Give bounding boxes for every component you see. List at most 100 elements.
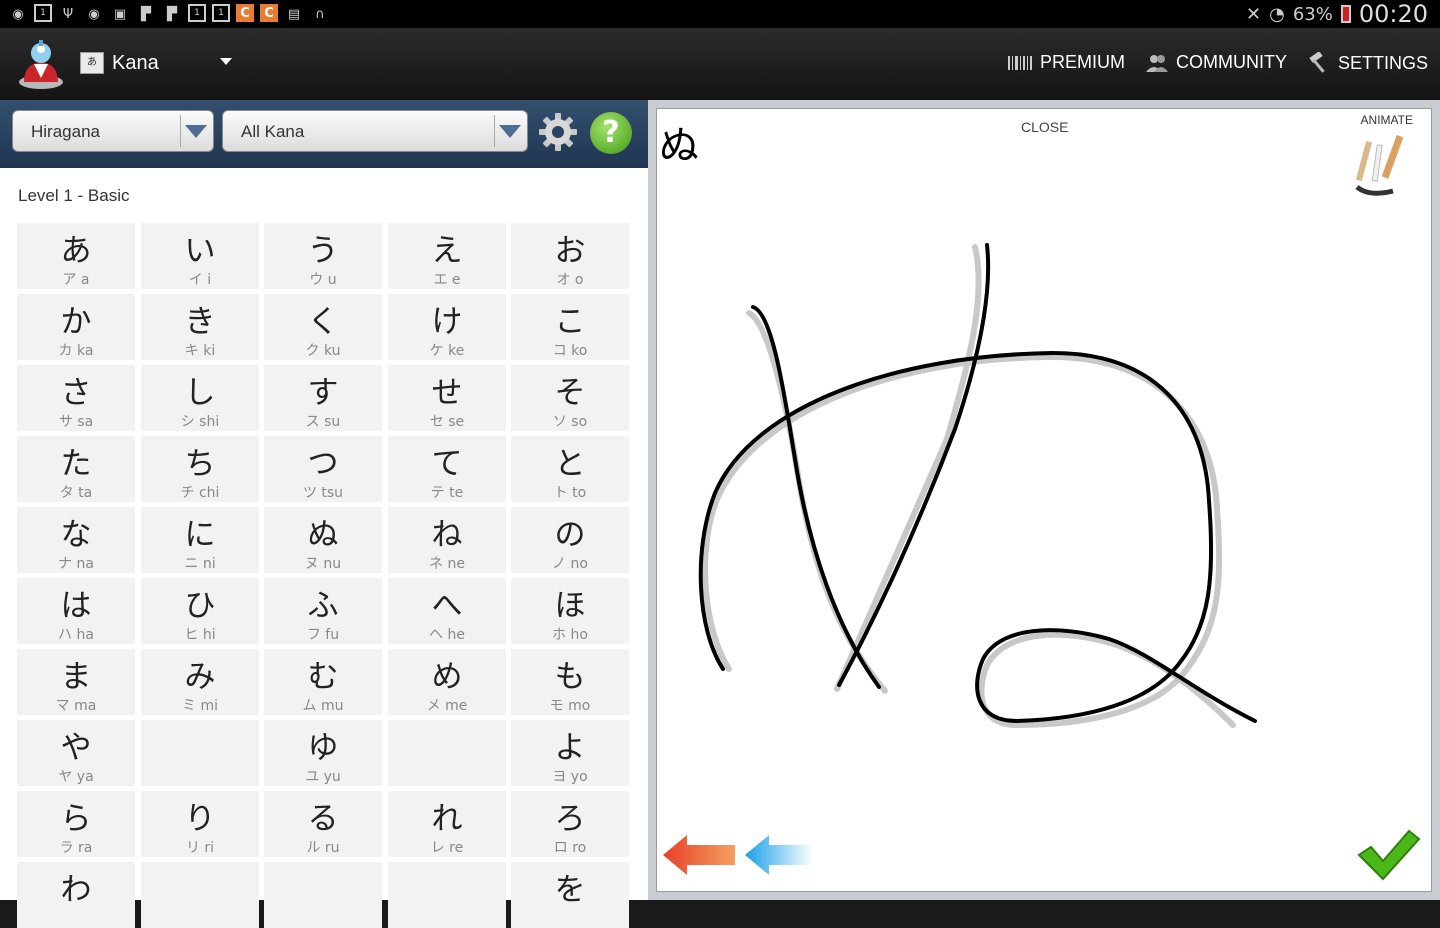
checkmark-icon[interactable] [1357,829,1421,881]
kana-cell[interactable]: つツ tsu [264,436,382,502]
kana-reading: ミ mi [182,698,218,714]
kana-cell[interactable]: れレ re [388,791,506,857]
kana-reading: レ re [430,840,464,856]
kana-cell[interactable]: せセ se [388,365,506,431]
back-arrow-icon[interactable] [745,833,815,877]
app-logo-icon[interactable] [18,38,64,90]
kana-cell[interactable]: ろロ ro [511,791,629,857]
kana-cell[interactable]: さサ sa [17,365,135,431]
community-label: COMMUNITY [1176,52,1287,72]
kana-cell[interactable]: ちチ chi [141,436,259,502]
kana-character: ぬ [307,517,339,553]
drawing-canvas[interactable]: ぬ CLOSE ANIMATE [656,108,1432,892]
kana-cell[interactable]: みミ mi [141,649,259,715]
kana-cell[interactable]: けケ ke [388,294,506,360]
kana-cell[interactable]: のノ no [511,507,629,573]
kana-cell[interactable]: やヤ ya [17,720,135,786]
kana-cell[interactable]: を [511,862,629,928]
chevron-down-icon [499,125,521,138]
kana-character: た [60,446,92,482]
script-dropdown-value: Hiragana [31,122,100,141]
premium-button[interactable]: PREMIUM [1008,52,1125,73]
kana-character: ち [184,446,216,482]
one-icon: 1 [34,4,52,22]
kana-cell[interactable]: もモ mo [511,649,629,715]
kana-cell[interactable]: めメ me [388,649,506,715]
kana-cell[interactable]: うウ u [264,223,382,289]
kana-cell[interactable]: ひヒ hi [141,578,259,644]
one-icon: 1 [212,4,230,22]
practice-panel: ぬ CLOSE ANIMATE [648,100,1440,900]
kana-cell[interactable]: ゆユ yu [264,720,382,786]
kana-reading: ヘ he [429,627,465,643]
kana-cell[interactable]: りリ ri [141,791,259,857]
kana-cell[interactable]: てテ te [388,436,506,502]
kana-cell[interactable]: ねネ ne [388,507,506,573]
hammer-icon [1309,52,1325,73]
kana-character: を [554,872,586,908]
kana-character: あ [60,233,92,269]
kana-cell[interactable]: きキ ki [141,294,259,360]
gear-icon[interactable] [538,112,578,152]
set-dropdown[interactable]: All Kana [222,110,528,152]
kana-list-panel: Hiragana All Kana ? Level 1 - Basic あ ア … [0,100,648,928]
status-bar: ◉ 1 Ψ ◉ ▣ ▛ ▛ 1 1 C C ▤ ∩ ✕ ◔ 63% 00:20 [0,0,1440,28]
kana-character: ろ [554,801,586,837]
notification-icons: ◉ 1 Ψ ◉ ▣ ▛ ▛ 1 1 C C ▤ ∩ [8,4,330,24]
kana-reading: タ ta [59,485,93,501]
kana-cell[interactable]: にニ ni [141,507,259,573]
kana-document-icon: あ [80,52,104,74]
kana-cell[interactable]: こコ ko [511,294,629,360]
gallery-icon: ▣ [113,6,127,22]
kana-cell[interactable]: えエ e [388,223,506,289]
handwriting-strokes [698,243,1257,729]
kana-character: ね [431,517,463,553]
kana-reading: カ ka [58,343,94,359]
kana-cell[interactable]: くク ku [264,294,382,360]
kana-cell[interactable]: ぬヌ nu [264,507,382,573]
kana-cell[interactable]: はハ ha [17,578,135,644]
kana-cell[interactable]: かカ ka [17,294,135,360]
kana-cell[interactable]: らラ ra [17,791,135,857]
kana-cell[interactable]: そソ so [511,365,629,431]
kana-cell[interactable]: すス su [264,365,382,431]
kana-cell[interactable]: よヨ yo [511,720,629,786]
script-dropdown[interactable]: Hiragana [12,110,214,152]
community-icon [1146,54,1168,72]
kana-cell[interactable]: ふフ fu [264,578,382,644]
kana-reading: モ mo [549,698,591,714]
kana-cell[interactable]: おオ o [511,223,629,289]
kana-cell[interactable]: いイ i [141,223,259,289]
kana-cell[interactable]: とト to [511,436,629,502]
kana-reading: エ e [433,272,461,288]
kana-character: つ [307,446,339,482]
empty-cell [141,862,259,928]
sync-icon: ◉ [88,6,100,22]
kana-cell[interactable]: むム mu [264,649,382,715]
kana-cell[interactable]: ほホ ho [511,578,629,644]
kana-cell[interactable]: しシ shi [141,365,259,431]
kana-reading: ラ ra [59,840,93,856]
kana-character: む [307,659,339,695]
kana-cell[interactable]: るル ru [264,791,382,857]
previous-stroke-arrow-icon[interactable] [663,833,737,877]
kana-reading: ネ ne [429,556,465,572]
kana-cell[interactable]: へヘ he [388,578,506,644]
kana-cell[interactable]: あア a [17,223,135,289]
kana-reading: ニ ni [184,556,216,572]
kana-cell[interactable]: わ [17,862,135,928]
section-title[interactable]: Kana [112,52,159,75]
barcode-icon [1008,55,1032,70]
kana-cell[interactable]: まマ ma [17,649,135,715]
kana-cell[interactable]: たタ ta [17,436,135,502]
help-button[interactable]: ? [590,112,632,154]
community-button[interactable]: COMMUNITY [1146,52,1287,73]
kana-reading: ナ na [58,556,94,572]
chevron-down-icon[interactable] [220,58,232,65]
kana-cell[interactable]: なナ na [17,507,135,573]
kana-character: い [184,233,216,269]
settings-button[interactable]: SETTINGS [1308,52,1428,74]
kana-reading: ホ ho [552,627,588,643]
c-icon: C [260,4,278,22]
empty-cell [388,862,506,928]
